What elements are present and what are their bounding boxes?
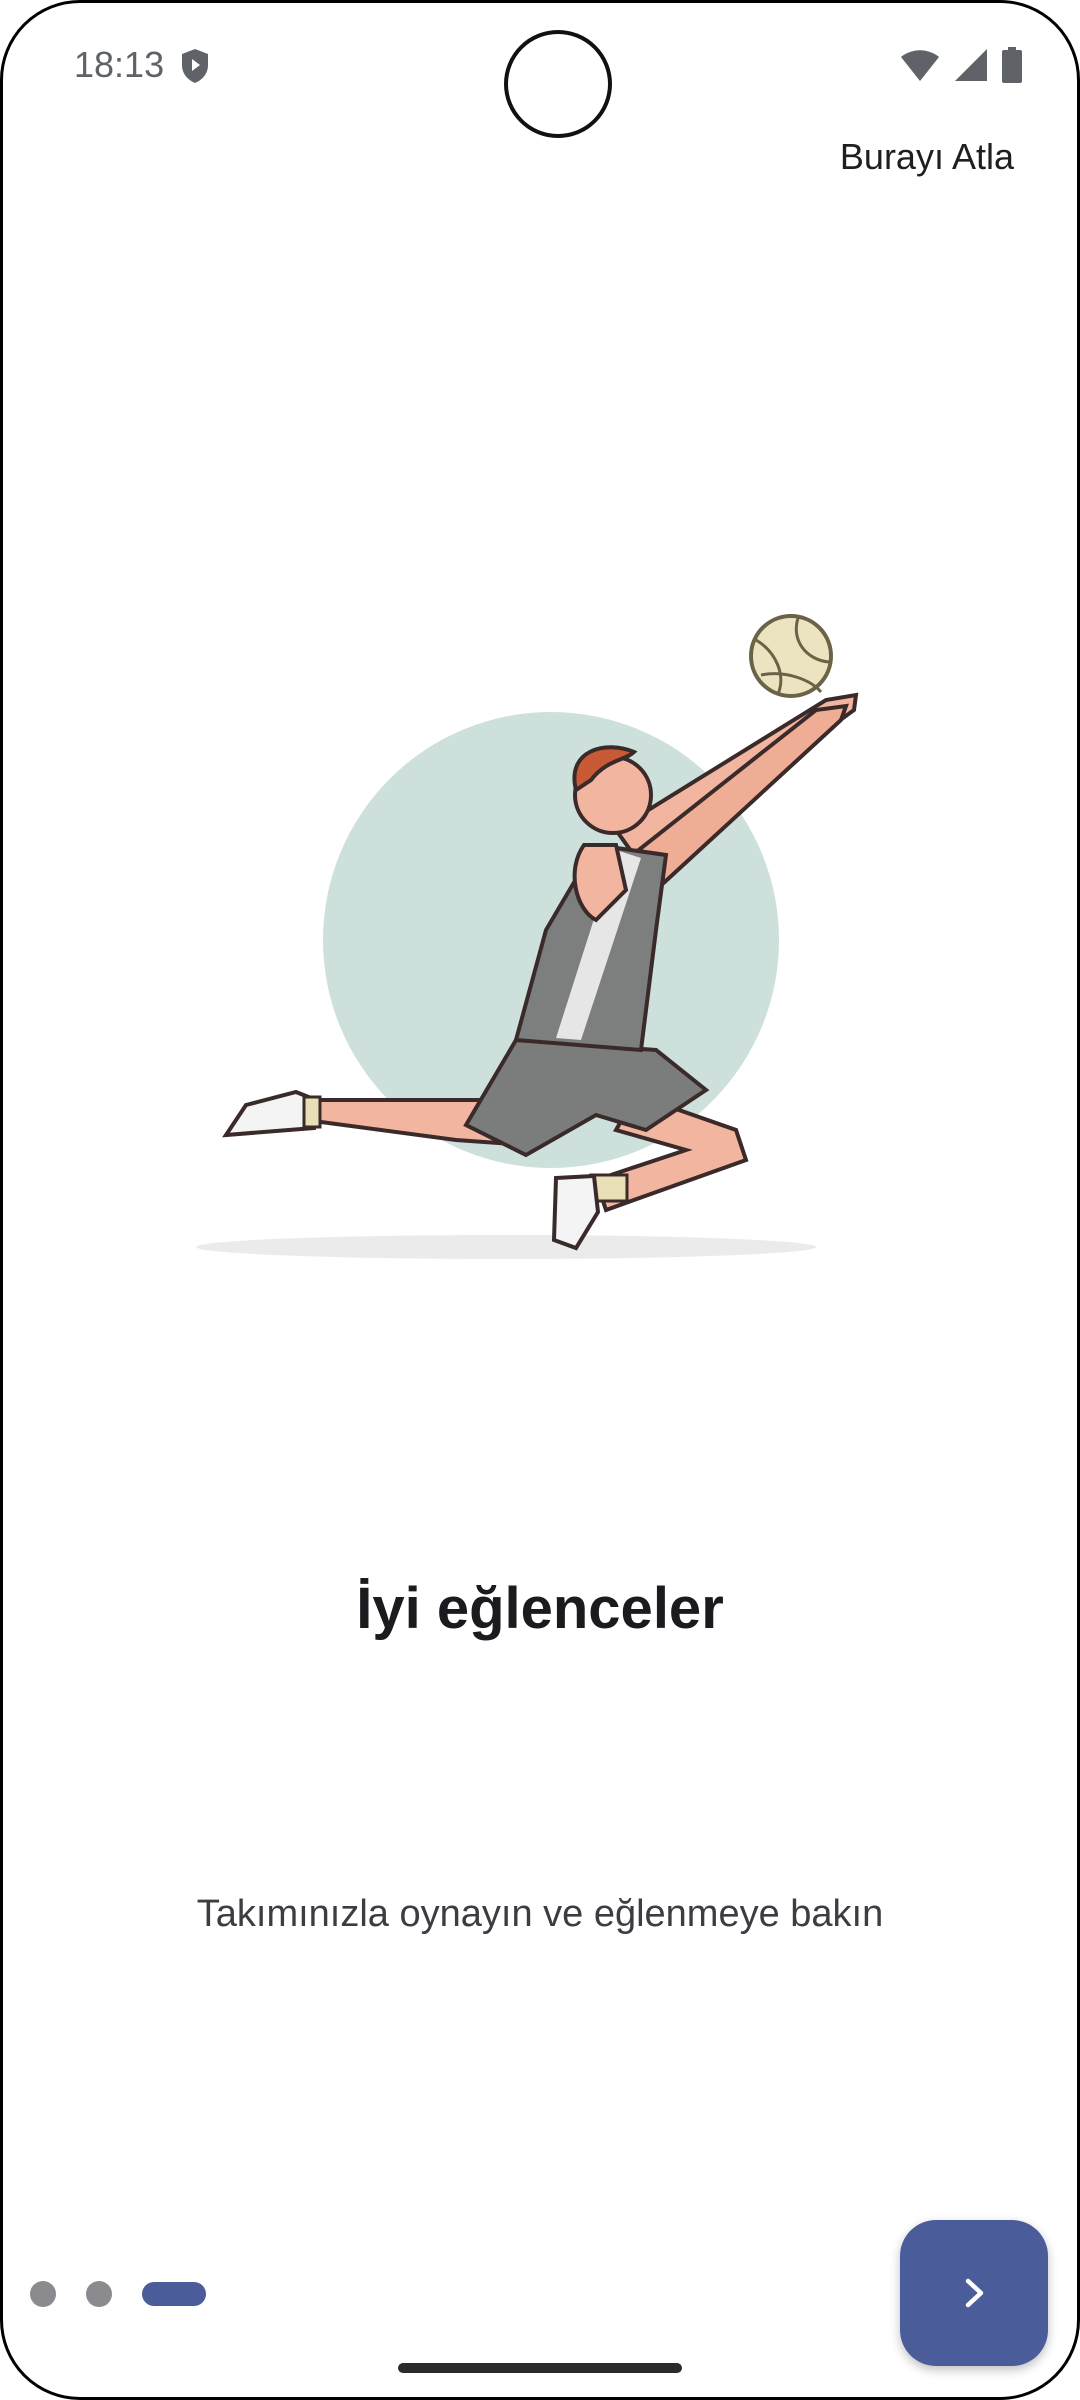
page-indicator xyxy=(30,2278,206,2310)
page-dot-1 xyxy=(30,2281,56,2307)
battery-icon xyxy=(1002,47,1022,83)
volleyball-player-illustration xyxy=(196,614,859,1259)
camera-cutout xyxy=(504,30,612,138)
status-bar: 18:13 xyxy=(0,0,1080,138)
page-title: İyi eğlenceler xyxy=(356,1576,724,1641)
skip-button[interactable]: Burayı Atla xyxy=(840,136,1014,178)
page-dot-2 xyxy=(86,2281,112,2307)
gesture-nav-handle[interactable] xyxy=(398,2363,682,2373)
next-button[interactable] xyxy=(900,2220,1048,2366)
signal-icon xyxy=(955,49,987,81)
shield-icon xyxy=(182,49,208,83)
status-time: 18:13 xyxy=(74,44,165,85)
system-icons xyxy=(900,46,1022,84)
volleyball-icon xyxy=(749,614,833,698)
chevron-right-icon xyxy=(965,2278,984,2308)
page-dot-3-active xyxy=(142,2282,206,2306)
page-subtitle: Takımınızla oynayın ve eğlenmeye bakın xyxy=(196,1893,884,1935)
wifi-icon xyxy=(901,50,939,81)
